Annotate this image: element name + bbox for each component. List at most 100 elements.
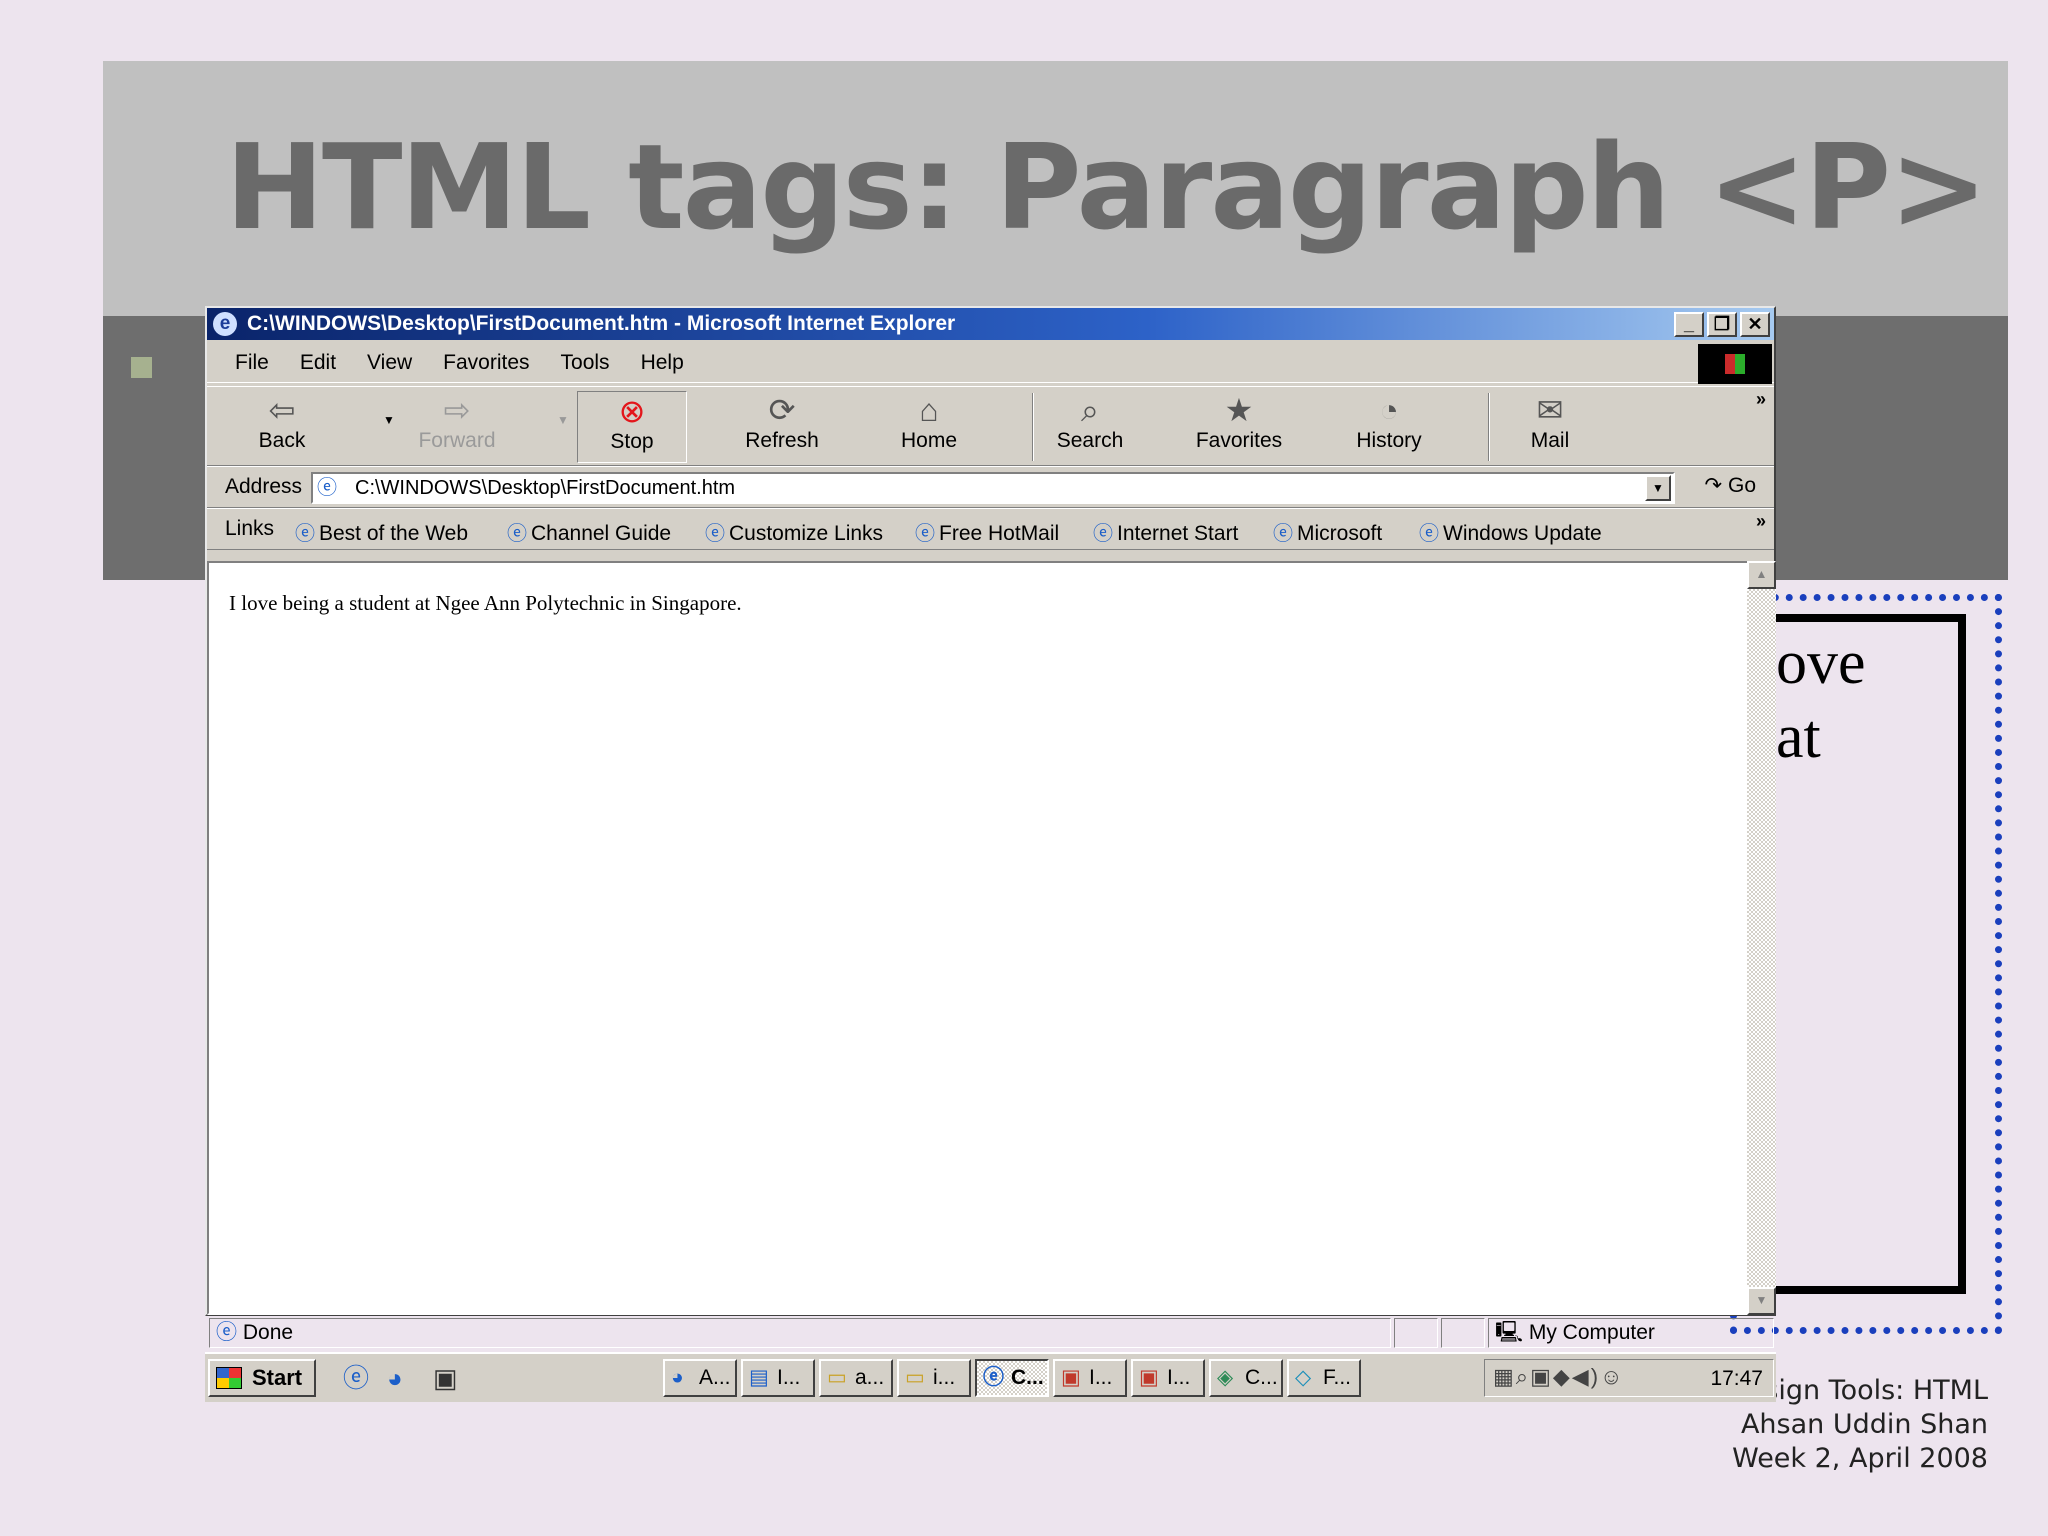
history-button[interactable]: ◔ History [1334, 391, 1444, 463]
ie-app-icon[interactable]: e [213, 312, 237, 336]
search-button[interactable]: ⌕ Search [1035, 391, 1145, 463]
vertical-scrollbar[interactable]: ▲ ▼ [1747, 561, 1776, 1315]
windows-logo-icon [1698, 344, 1772, 384]
window-controls: _ ❐ ✕ [1674, 312, 1770, 337]
slide-bullet [131, 357, 152, 378]
toolbar-separator [1488, 393, 1490, 461]
task-button[interactable]: ◕ A... [663, 1359, 737, 1397]
task-button-active[interactable]: ⓔ C... [975, 1359, 1049, 1397]
behind-text-line1: ove [1776, 629, 1866, 697]
links-more-chevron-icon[interactable]: » [1756, 511, 1766, 532]
back-arrow-icon: ⇦ [268, 392, 296, 428]
status-bar: ⓔ Done 🖳 My Computer [207, 1315, 1774, 1351]
go-label: Go [1727, 474, 1756, 497]
link-channel-guide[interactable]: ⓔ Channel Guide [507, 517, 671, 546]
link-internet-start[interactable]: ⓔ Internet Start [1093, 517, 1238, 546]
task-button[interactable]: ▤ I... [741, 1359, 815, 1397]
start-button[interactable]: Start [208, 1359, 316, 1397]
task-label: a... [855, 1366, 885, 1389]
behind-text-line2: at [1776, 703, 1821, 771]
task-button[interactable]: ▣ I... [1053, 1359, 1127, 1397]
task-icon: ▣ [1139, 1366, 1159, 1389]
link-label: Windows Update [1443, 522, 1602, 545]
menu-tools[interactable]: Tools [561, 351, 610, 375]
forward-dropdown-icon[interactable]: ▼ [557, 413, 569, 427]
link-free-hotmail[interactable]: ⓔ Free HotMail [915, 517, 1059, 546]
back-dropdown-icon[interactable]: ▼ [383, 413, 395, 427]
folder-icon: ▭ [905, 1366, 925, 1389]
link-label: Microsoft [1297, 522, 1383, 545]
address-input[interactable]: ⓔ C:\WINDOWS\Desktop\FirstDocument.htm ▼ [311, 472, 1675, 504]
page-content[interactable]: I love being a student at Ngee Ann Polyt… [207, 561, 1747, 1315]
history-icon: ◔ [1379, 392, 1399, 428]
task-button[interactable]: ▣ I... [1131, 1359, 1205, 1397]
home-button[interactable]: ⌂ Home [874, 391, 984, 463]
start-label: Start [252, 1365, 303, 1390]
tray-icons[interactable]: ▦⌕▣◆◀)☺ [1493, 1364, 1625, 1390]
search-label: Search [1056, 429, 1124, 452]
forward-button[interactable]: ⇨ Forward [402, 391, 512, 463]
status-page-icon: ⓔ [216, 1321, 237, 1344]
ie-window: e C:\WINDOWS\Desktop\FirstDocument.htm -… [205, 306, 1776, 1348]
task-label: i... [933, 1366, 956, 1389]
task-button[interactable]: ◈ C... [1209, 1359, 1283, 1397]
menu-edit[interactable]: Edit [300, 351, 336, 375]
stop-icon: ⊗ [618, 393, 646, 429]
stop-label: Stop [610, 430, 654, 453]
task-label: I... [1089, 1366, 1113, 1389]
quicklaunch-ie-icon[interactable]: ⓔ [343, 1362, 369, 1394]
quicklaunch-outlook-icon[interactable]: ◕ [387, 1362, 403, 1394]
title-bar[interactable]: e C:\WINDOWS\Desktop\FirstDocument.htm -… [207, 308, 1774, 340]
status-text: Done [242, 1321, 294, 1344]
address-value: C:\WINDOWS\Desktop\FirstDocument.htm [355, 477, 736, 499]
status-text-cell: ⓔ Done [209, 1318, 1391, 1348]
system-tray: ▦⌕▣◆◀)☺ 17:47 [1484, 1359, 1774, 1397]
scroll-down-icon[interactable]: ▼ [1747, 1287, 1776, 1315]
link-page-icon: ⓔ [915, 523, 935, 545]
task-icon: ▤ [749, 1366, 769, 1389]
refresh-label: Refresh [745, 429, 819, 452]
link-label: Best of the Web [319, 522, 469, 545]
task-button[interactable]: ▭ a... [819, 1359, 893, 1397]
mail-icon: ✉ [1536, 392, 1564, 428]
minimize-button[interactable]: _ [1674, 312, 1704, 337]
clock[interactable]: 17:47 [1710, 1367, 1763, 1391]
address-bar: Address ⓔ C:\WINDOWS\Desktop\FirstDocume… [207, 466, 1774, 508]
link-best-of-the-web[interactable]: ⓔ Best of the Web [295, 517, 468, 546]
menu-favorites[interactable]: Favorites [443, 351, 529, 375]
link-windows-update[interactable]: ⓔ Windows Update [1419, 517, 1602, 546]
menu-view[interactable]: View [367, 351, 412, 375]
link-page-icon: ⓔ [295, 523, 315, 545]
favorites-button[interactable]: ★ Favorites [1184, 391, 1294, 463]
link-page-icon: ⓔ [705, 523, 725, 545]
link-customize-links[interactable]: ⓔ Customize Links [705, 517, 883, 546]
refresh-button[interactable]: ⟳ Refresh [727, 391, 837, 463]
address-dropdown-icon[interactable]: ▼ [1645, 475, 1671, 501]
link-page-icon: ⓔ [1093, 523, 1113, 545]
back-button[interactable]: ⇦ Back [227, 391, 337, 463]
quicklaunch-desktop-icon[interactable]: ▣ [433, 1362, 458, 1394]
task-button[interactable]: ▭ i... [897, 1359, 971, 1397]
task-button[interactable]: ◇ F... [1287, 1359, 1361, 1397]
task-icon: ◇ [1295, 1366, 1312, 1389]
status-zone-cell: 🖳 My Computer [1488, 1318, 1774, 1348]
scroll-up-icon[interactable]: ▲ [1747, 561, 1776, 589]
refresh-icon: ⟳ [768, 392, 796, 428]
go-arrow-icon: ↷ [1704, 474, 1723, 497]
mail-button[interactable]: ✉ Mail [1495, 391, 1605, 463]
link-label: Internet Start [1117, 522, 1239, 545]
menu-help[interactable]: Help [641, 351, 684, 375]
stop-button[interactable]: ⊗ Stop [577, 391, 687, 463]
toolbar-more-chevron-icon[interactable]: » [1756, 389, 1766, 410]
windows-flag-icon [216, 1367, 242, 1389]
close-button[interactable]: ✕ [1740, 312, 1770, 337]
toolbar-separator [1032, 393, 1034, 461]
link-label: Customize Links [729, 522, 884, 545]
favorites-folder-icon: ★ [1224, 392, 1254, 428]
link-microsoft[interactable]: ⓔ Microsoft [1273, 517, 1382, 546]
link-label: Free HotMail [939, 522, 1060, 545]
restore-button[interactable]: ❐ [1707, 312, 1737, 337]
task-label: C... [1011, 1366, 1044, 1389]
go-button[interactable]: ↷ Go [1705, 473, 1756, 498]
menu-file[interactable]: File [235, 351, 269, 375]
